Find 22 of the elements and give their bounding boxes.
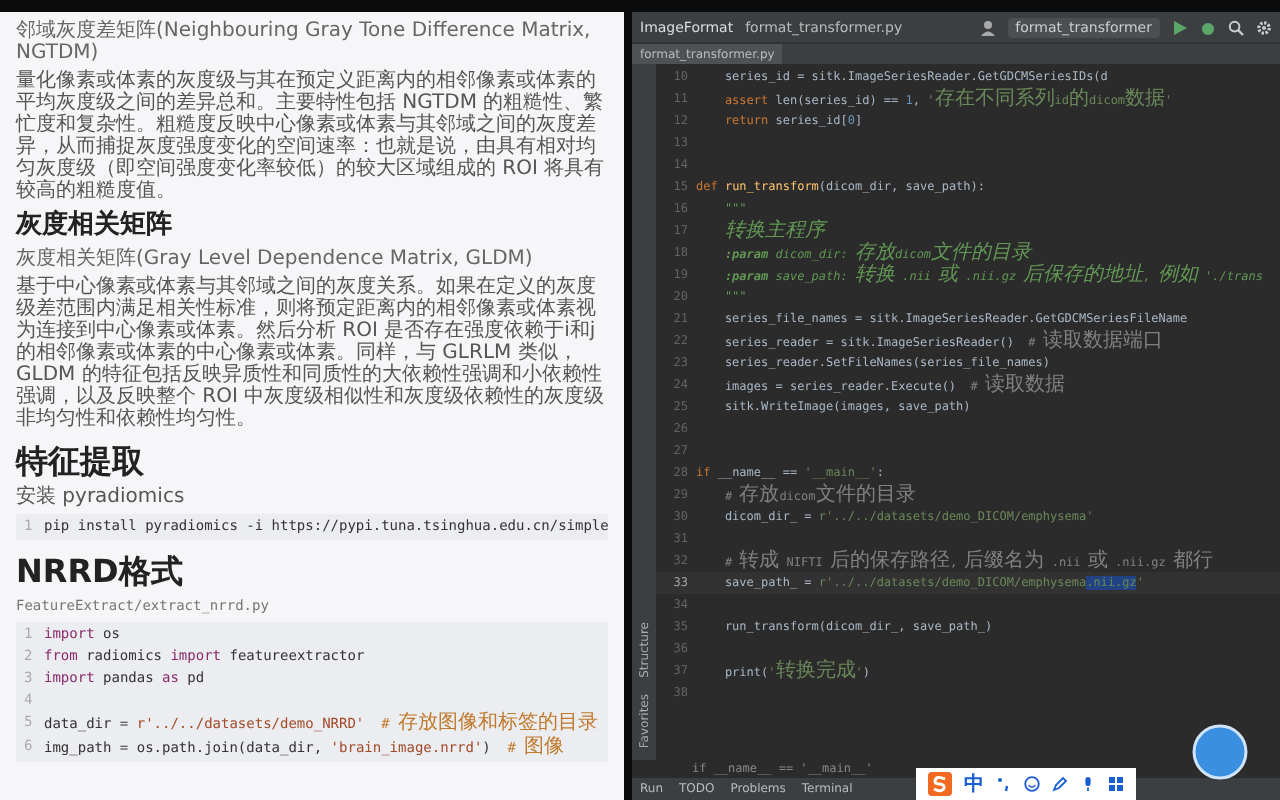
section-caption: 邻域灰度差矩阵(Neighbouring Gray Tone Difference Matrix, NGTDM) [16,20,593,64]
grid-icon[interactable] [1108,776,1124,792]
code-line: 转换主程序 [722,220,825,242]
section-heading: NRRD格式 [16,552,185,590]
section-caption: 灰度相关矩阵(Gray Level Dependence Matrix, GLDM) [16,248,535,270]
section-heading: 灰度相关矩阵 [16,210,174,242]
emoji-icon[interactable] [1024,776,1040,792]
floating-ball-icon[interactable] [1192,724,1248,780]
paragraph-text: 基于中心像素或体素与其邻域之间的灰度关系。如果在定义的灰度级差范围内满足相关性标准，则将预定距离内的相邻像素或体素视为连接到中心像素或体素。然后分析 ROI 是否存在强度依赖于i和j的相邻像素或体素的中心像素或体素。同样，与 GLRLM 类似，GLDM 的特征包括反映异质性和同质性的大依赖性强调和小依赖性强调，以及反映整个 ROI 中灰度级相似性和灰度级依赖性的灰度级非均匀性和依赖性均匀性。 [16,276,607,430]
section-heading: 特征提取 [16,442,146,480]
pen-icon[interactable] [1052,776,1068,792]
microphone-icon[interactable] [1080,776,1096,792]
user-icon[interactable] [979,19,996,35]
search-icon[interactable] [1228,19,1244,35]
punctuation-icon[interactable] [996,776,1012,792]
run-icon[interactable] [1172,19,1188,35]
paragraph-text: 量化像素或体素的灰度级与其在预定义距离内的相邻像素或体素的平均灰度级之间的差异总和。主要特性包括 NGTDM 的粗糙性、繁忙度和复杂性。粗糙度反映中心像素或体素与其邻域之间的灰度差异，从而捕捉灰度强度变化的空间速率：也就是说，由具有相对均匀灰度级（即空间强度变化率较低）的较大区域组成的 ROI 将具有较高的粗糙度值。 [16,70,607,202]
paragraph-text: 安装 pyradiomics [16,486,187,508]
settings-icon[interactable] [1256,19,1272,35]
input-mode-text[interactable]: 中 [964,770,984,798]
debug-icon[interactable] [1200,19,1216,35]
input-method-logo-icon[interactable] [928,772,952,796]
